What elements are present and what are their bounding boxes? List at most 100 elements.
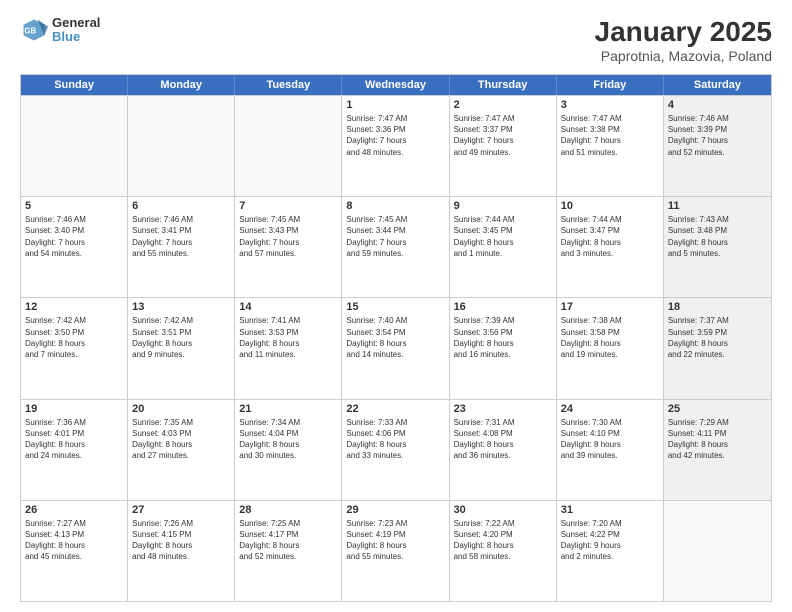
logo-text: General Blue <box>52 16 100 45</box>
logo-icon: GB <box>20 16 48 44</box>
day-info: Sunrise: 7:26 AM Sunset: 4:15 PM Dayligh… <box>132 518 230 563</box>
header-day-thursday: Thursday <box>450 75 557 95</box>
page-subtitle: Paprotnia, Mazovia, Poland <box>595 48 772 64</box>
day-number: 21 <box>239 403 337 415</box>
day-number: 30 <box>454 504 552 516</box>
cal-cell <box>235 96 342 196</box>
day-info: Sunrise: 7:47 AM Sunset: 3:37 PM Dayligh… <box>454 113 552 158</box>
cal-cell: 17 Sunrise: 7:38 AM Sunset: 3:58 PM Dayli… <box>557 298 664 398</box>
day-number: 15 <box>346 301 444 313</box>
day-info: Sunrise: 7:20 AM Sunset: 4:22 PM Dayligh… <box>561 518 659 563</box>
day-number: 14 <box>239 301 337 313</box>
cal-cell: 6 Sunrise: 7:46 AM Sunset: 3:41 PM Daylig… <box>128 197 235 297</box>
cal-cell: 10Sunrise: 7:44 AM Sunset: 3:47 PM Dayli… <box>557 197 664 297</box>
cal-cell: 19 Sunrise: 7:36 AM Sunset: 4:01 PM Dayli… <box>21 400 128 500</box>
day-info: Sunrise: 7:25 AM Sunset: 4:17 PM Dayligh… <box>239 518 337 563</box>
day-info: Sunrise: 7:46 AM Sunset: 3:41 PM Dayligh… <box>132 214 230 259</box>
week-row-3: 19 Sunrise: 7:36 AM Sunset: 4:01 PM Dayli… <box>21 399 771 500</box>
day-info: Sunrise: 7:36 AM Sunset: 4:01 PM Dayligh… <box>25 417 123 462</box>
day-number: 26 <box>25 504 123 516</box>
day-info: Sunrise: 7:29 AM Sunset: 4:11 PM Dayligh… <box>668 417 767 462</box>
calendar-header: SundayMondayTuesdayWednesdayThursdayFrid… <box>21 75 771 95</box>
week-row-4: 26 Sunrise: 7:27 AM Sunset: 4:13 PM Dayli… <box>21 500 771 601</box>
day-number: 11 <box>668 200 767 212</box>
day-info: Sunrise: 7:30 AM Sunset: 4:10 PM Dayligh… <box>561 417 659 462</box>
day-number: 23 <box>454 403 552 415</box>
day-info: Sunrise: 7:42 AM Sunset: 3:50 PM Dayligh… <box>25 315 123 360</box>
cal-cell: 28 Sunrise: 7:25 AM Sunset: 4:17 PM Dayli… <box>235 501 342 601</box>
cal-cell: 14Sunrise: 7:41 AM Sunset: 3:53 PM Dayli… <box>235 298 342 398</box>
cal-cell: 1 Sunrise: 7:47 AM Sunset: 3:36 PM Daylig… <box>342 96 449 196</box>
day-number: 16 <box>454 301 552 313</box>
day-info: Sunrise: 7:42 AM Sunset: 3:51 PM Dayligh… <box>132 315 230 360</box>
day-number: 4 <box>668 99 767 111</box>
cal-cell: 11 Sunrise: 7:43 AM Sunset: 3:48 PM Dayli… <box>664 197 771 297</box>
cal-cell: 26 Sunrise: 7:27 AM Sunset: 4:13 PM Dayli… <box>21 501 128 601</box>
logo-line2: Blue <box>52 30 100 44</box>
day-number: 19 <box>25 403 123 415</box>
day-info: Sunrise: 7:23 AM Sunset: 4:19 PM Dayligh… <box>346 518 444 563</box>
day-number: 7 <box>239 200 337 212</box>
cal-cell: 4Sunrise: 7:46 AM Sunset: 3:39 PM Daylig… <box>664 96 771 196</box>
cal-cell <box>664 501 771 601</box>
day-info: Sunrise: 7:38 AM Sunset: 3:58 PM Dayligh… <box>561 315 659 360</box>
day-number: 28 <box>239 504 337 516</box>
cal-cell: 3Sunrise: 7:47 AM Sunset: 3:38 PM Daylig… <box>557 96 664 196</box>
day-info: Sunrise: 7:43 AM Sunset: 3:48 PM Dayligh… <box>668 214 767 259</box>
day-number: 25 <box>668 403 767 415</box>
day-number: 27 <box>132 504 230 516</box>
header-day-friday: Friday <box>557 75 664 95</box>
cal-cell: 31 Sunrise: 7:20 AM Sunset: 4:22 PM Dayli… <box>557 501 664 601</box>
day-number: 5 <box>25 200 123 212</box>
cal-cell <box>21 96 128 196</box>
cal-cell: 23 Sunrise: 7:31 AM Sunset: 4:08 PM Dayli… <box>450 400 557 500</box>
cal-cell: 7 Sunrise: 7:45 AM Sunset: 3:43 PM Daylig… <box>235 197 342 297</box>
title-block: January 2025 Paprotnia, Mazovia, Poland <box>595 16 772 64</box>
page: GB General Blue January 2025 Paprotnia, … <box>0 0 792 612</box>
day-number: 1 <box>346 99 444 111</box>
day-info: Sunrise: 7:33 AM Sunset: 4:06 PM Dayligh… <box>346 417 444 462</box>
cal-cell: 16 Sunrise: 7:39 AM Sunset: 3:56 PM Dayli… <box>450 298 557 398</box>
day-number: 29 <box>346 504 444 516</box>
week-row-2: 12 Sunrise: 7:42 AM Sunset: 3:50 PM Dayli… <box>21 297 771 398</box>
calendar: SundayMondayTuesdayWednesdayThursdayFrid… <box>20 74 772 602</box>
day-number: 13 <box>132 301 230 313</box>
cal-cell: 29 Sunrise: 7:23 AM Sunset: 4:19 PM Dayli… <box>342 501 449 601</box>
day-number: 17 <box>561 301 659 313</box>
header-day-sunday: Sunday <box>21 75 128 95</box>
svg-text:GB: GB <box>24 27 36 36</box>
cal-cell: 20 Sunrise: 7:35 AM Sunset: 4:03 PM Dayli… <box>128 400 235 500</box>
day-info: Sunrise: 7:45 AM Sunset: 3:44 PM Dayligh… <box>346 214 444 259</box>
cal-cell: 18Sunrise: 7:37 AM Sunset: 3:59 PM Dayli… <box>664 298 771 398</box>
day-info: Sunrise: 7:31 AM Sunset: 4:08 PM Dayligh… <box>454 417 552 462</box>
day-number: 20 <box>132 403 230 415</box>
day-number: 8 <box>346 200 444 212</box>
header-day-tuesday: Tuesday <box>235 75 342 95</box>
day-number: 24 <box>561 403 659 415</box>
day-info: Sunrise: 7:22 AM Sunset: 4:20 PM Dayligh… <box>454 518 552 563</box>
day-info: Sunrise: 7:34 AM Sunset: 4:04 PM Dayligh… <box>239 417 337 462</box>
day-info: Sunrise: 7:35 AM Sunset: 4:03 PM Dayligh… <box>132 417 230 462</box>
day-number: 10 <box>561 200 659 212</box>
cal-cell: 27 Sunrise: 7:26 AM Sunset: 4:15 PM Dayli… <box>128 501 235 601</box>
cal-cell: 2Sunrise: 7:47 AM Sunset: 3:37 PM Daylig… <box>450 96 557 196</box>
cal-cell: 13 Sunrise: 7:42 AM Sunset: 3:51 PM Dayli… <box>128 298 235 398</box>
cal-cell: 5Sunrise: 7:46 AM Sunset: 3:40 PM Daylig… <box>21 197 128 297</box>
cal-cell: 22Sunrise: 7:33 AM Sunset: 4:06 PM Dayli… <box>342 400 449 500</box>
logo-line1: General <box>52 16 100 30</box>
cal-cell: 12 Sunrise: 7:42 AM Sunset: 3:50 PM Dayli… <box>21 298 128 398</box>
header-day-saturday: Saturday <box>664 75 771 95</box>
day-info: Sunrise: 7:47 AM Sunset: 3:36 PM Dayligh… <box>346 113 444 158</box>
day-number: 6 <box>132 200 230 212</box>
cal-cell <box>128 96 235 196</box>
week-row-1: 5Sunrise: 7:46 AM Sunset: 3:40 PM Daylig… <box>21 196 771 297</box>
cal-cell: 9Sunrise: 7:44 AM Sunset: 3:45 PM Daylig… <box>450 197 557 297</box>
day-number: 31 <box>561 504 659 516</box>
day-info: Sunrise: 7:47 AM Sunset: 3:38 PM Dayligh… <box>561 113 659 158</box>
cal-cell: 24 Sunrise: 7:30 AM Sunset: 4:10 PM Dayli… <box>557 400 664 500</box>
day-info: Sunrise: 7:45 AM Sunset: 3:43 PM Dayligh… <box>239 214 337 259</box>
day-number: 9 <box>454 200 552 212</box>
day-number: 12 <box>25 301 123 313</box>
day-info: Sunrise: 7:39 AM Sunset: 3:56 PM Dayligh… <box>454 315 552 360</box>
day-info: Sunrise: 7:27 AM Sunset: 4:13 PM Dayligh… <box>25 518 123 563</box>
